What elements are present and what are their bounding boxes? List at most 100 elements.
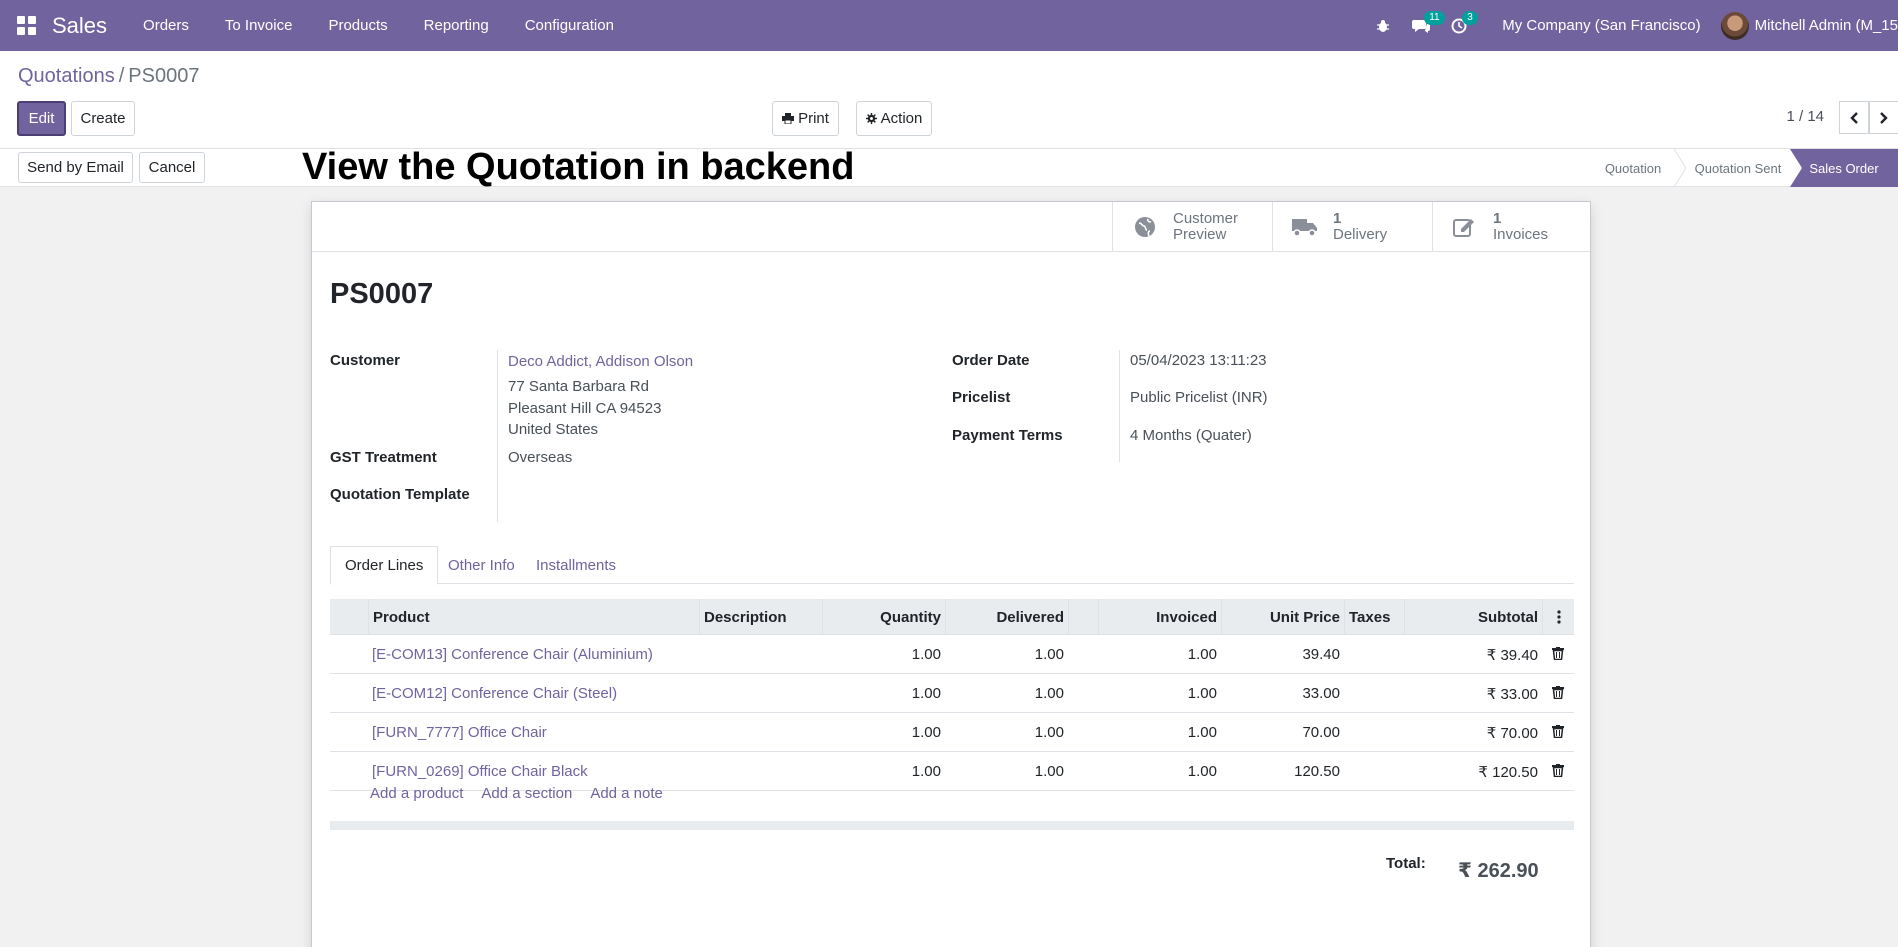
column-unit-price[interactable]: Unit Price xyxy=(1221,599,1344,635)
debug-bug-icon[interactable] xyxy=(1364,0,1402,51)
trash-icon[interactable] xyxy=(1552,725,1564,738)
app-brand[interactable]: Sales xyxy=(52,13,107,39)
payment-terms-value[interactable]: 4 Months (Quater) xyxy=(1130,427,1252,444)
messages-icon[interactable]: 11 xyxy=(1402,0,1445,51)
edit-pencil-icon xyxy=(1451,216,1479,238)
row-product[interactable]: [E-COM12] Conference Chair (Steel) xyxy=(368,674,699,713)
trash-icon[interactable] xyxy=(1552,764,1564,777)
pager-value[interactable]: 1 / 14 xyxy=(1786,108,1824,125)
row-delivered: 1.00 xyxy=(1034,685,1064,702)
menu-configuration[interactable]: Configuration xyxy=(507,17,632,34)
vertical-dots-icon xyxy=(1556,610,1561,624)
add-line-links: Add a product Add a section Add a note xyxy=(370,785,663,802)
delivery-button[interactable]: 1 Delivery xyxy=(1272,202,1432,252)
customer-preview-button[interactable]: Customer Preview xyxy=(1112,202,1272,252)
column-product[interactable]: Product xyxy=(368,599,699,635)
action-button[interactable]: Action xyxy=(856,101,932,136)
row-invoiced: 1.00 xyxy=(1187,724,1217,741)
row-unit-price: 120.50 xyxy=(1294,763,1340,780)
total-amount: ₹ 262.90 xyxy=(1458,860,1539,882)
chevron-right-icon xyxy=(1880,111,1888,124)
row-invoiced: 1.00 xyxy=(1187,763,1217,780)
table-row[interactable]: [E-COM13] Conference Chair (Aluminium) 1… xyxy=(330,635,1574,674)
notebook-tabs: Order Lines Other Info Installments xyxy=(330,546,1574,585)
order-date-value[interactable]: 05/04/2023 13:11:23 xyxy=(1130,352,1267,369)
cancel-button[interactable]: Cancel xyxy=(139,152,205,183)
add-product-link[interactable]: Add a product xyxy=(370,785,463,802)
form-sheet: Customer Preview 1 Delivery 1 Invoices PS00… xyxy=(311,201,1591,947)
row-product[interactable]: [E-COM13] Conference Chair (Aluminium) xyxy=(368,635,699,674)
row-quantity: 1.00 xyxy=(911,685,941,702)
customer-preview-line2: Preview xyxy=(1173,226,1227,243)
gear-icon xyxy=(865,113,877,124)
pricelist-label: Pricelist xyxy=(952,389,1011,406)
user-menu[interactable]: Mitchell Admin (M_15 xyxy=(1720,11,1898,40)
optional-columns-toggle[interactable] xyxy=(1542,599,1574,635)
stage-quotation-sent[interactable]: Quotation Sent xyxy=(1688,149,1788,187)
row-invoiced: 1.00 xyxy=(1187,685,1217,702)
record-name: PS0007 xyxy=(330,278,434,310)
row-delivered: 1.00 xyxy=(1034,724,1064,741)
edit-button[interactable]: Edit xyxy=(17,101,66,136)
invoices-button[interactable]: 1 Invoices xyxy=(1432,202,1590,252)
customer-label: Customer xyxy=(330,352,401,369)
customer-link[interactable]: Deco Addict, Addison Olson xyxy=(508,353,693,370)
row-subtotal: ₹ 70.00 xyxy=(1486,724,1538,742)
truck-icon xyxy=(1291,217,1319,237)
trash-icon[interactable] xyxy=(1552,647,1564,660)
table-footer xyxy=(330,821,1574,830)
print-button[interactable]: Print xyxy=(772,101,839,136)
trash-icon[interactable] xyxy=(1552,686,1564,699)
tutorial-caption: View the Quotation in backend xyxy=(302,146,855,188)
column-invoiced[interactable]: Invoiced xyxy=(1098,599,1221,635)
table-header: Product Description Quantity Delivered I… xyxy=(330,599,1574,635)
customer-address-line2: Pleasant Hill CA 94523 xyxy=(508,400,662,417)
company-switcher[interactable]: My Company (San Francisco) xyxy=(1478,17,1720,34)
menu-to-invoice[interactable]: To Invoice xyxy=(207,17,311,34)
breadcrumb-quotations[interactable]: Quotations xyxy=(18,65,115,87)
send-by-email-button[interactable]: Send by Email xyxy=(18,152,133,183)
column-description[interactable]: Description xyxy=(699,599,822,635)
row-quantity: 1.00 xyxy=(911,724,941,741)
add-note-link[interactable]: Add a note xyxy=(590,785,663,802)
tab-installments[interactable]: Installments xyxy=(522,546,630,584)
column-delivered[interactable]: Delivered xyxy=(945,599,1068,635)
tab-other-info[interactable]: Other Info xyxy=(434,546,529,584)
pager-next-button[interactable] xyxy=(1869,101,1898,134)
control-panel: Quotations / PS0007 Edit Create Print Acti… xyxy=(0,51,1898,149)
column-quantity[interactable]: Quantity xyxy=(822,599,945,635)
handle-column-header xyxy=(330,599,368,635)
table-row[interactable]: [E-COM12] Conference Chair (Steel) 1.00 … xyxy=(330,674,1574,713)
stage-sales-order[interactable]: Sales Order xyxy=(1790,149,1898,187)
menu-orders[interactable]: Orders xyxy=(125,17,207,34)
row-subtotal: ₹ 39.40 xyxy=(1486,646,1538,664)
add-section-link[interactable]: Add a section xyxy=(481,785,572,802)
invoices-label: Invoices xyxy=(1493,226,1549,243)
row-unit-price: 33.00 xyxy=(1302,685,1340,702)
row-quantity: 1.00 xyxy=(911,763,941,780)
chevron-left-icon xyxy=(1850,111,1858,124)
row-unit-price: 70.00 xyxy=(1302,724,1340,741)
top-navbar: Sales Orders To Invoice Products Reporti… xyxy=(0,0,1898,51)
table-row[interactable]: [FURN_7777] Office Chair 1.00 1.00 1.00 … xyxy=(330,713,1574,752)
column-subtotal[interactable]: Subtotal xyxy=(1404,599,1542,635)
apps-menu-icon[interactable] xyxy=(0,0,52,51)
stage-quotation[interactable]: Quotation xyxy=(1590,149,1676,187)
pager-previous-button[interactable] xyxy=(1839,101,1869,134)
gst-treatment-value[interactable]: Overseas xyxy=(508,449,572,466)
pricelist-value[interactable]: Public Pricelist (INR) xyxy=(1130,389,1268,406)
row-subtotal: ₹ 33.00 xyxy=(1486,685,1538,703)
create-button[interactable]: Create xyxy=(71,101,135,136)
column-taxes[interactable]: Taxes xyxy=(1344,599,1404,635)
activities-clock-icon[interactable]: 3 xyxy=(1440,0,1478,51)
menu-products[interactable]: Products xyxy=(310,17,405,34)
payment-terms-label: Payment Terms xyxy=(952,427,1063,444)
smart-button-box: Customer Preview 1 Delivery 1 Invoices xyxy=(312,202,1590,252)
globe-icon xyxy=(1131,216,1159,238)
row-product[interactable]: [FURN_7777] Office Chair xyxy=(368,713,699,752)
menu-reporting[interactable]: Reporting xyxy=(406,17,507,34)
tab-order-lines[interactable]: Order Lines xyxy=(330,546,439,585)
row-delivered: 1.00 xyxy=(1034,763,1064,780)
total-label: Total: xyxy=(1386,855,1426,872)
row-quantity: 1.00 xyxy=(911,646,941,663)
